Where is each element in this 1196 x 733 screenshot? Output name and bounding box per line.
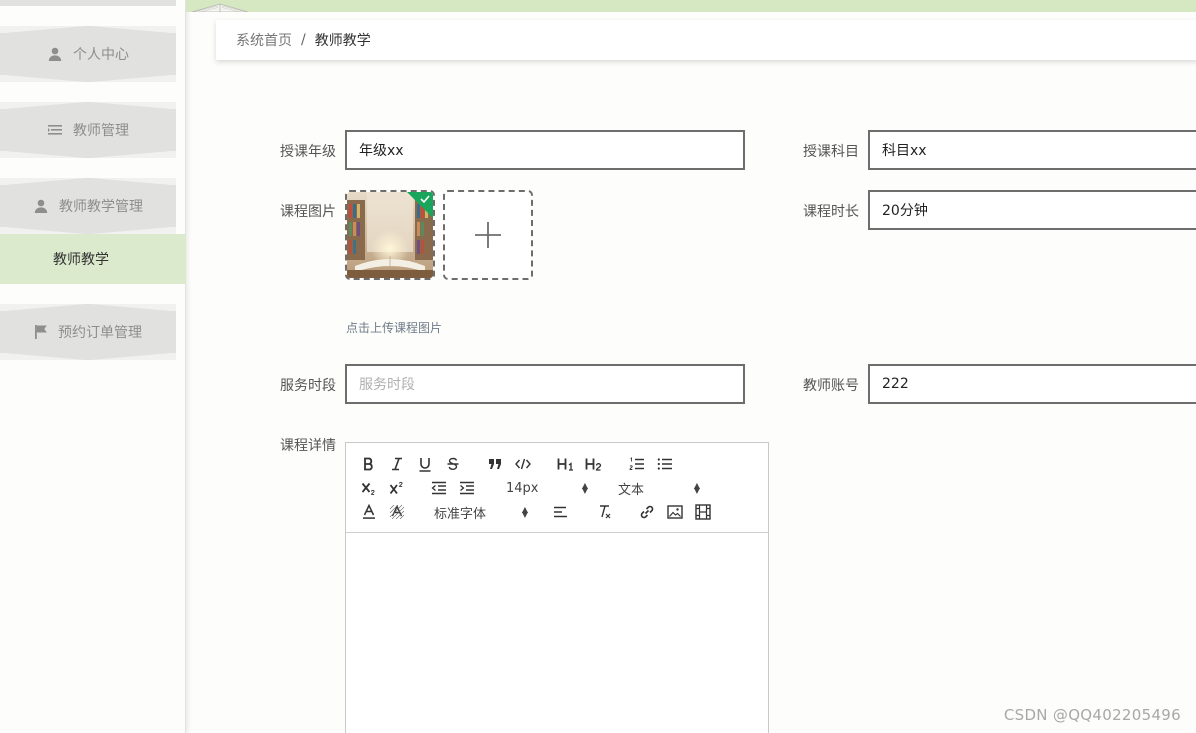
- ordered-list-icon[interactable]: [628, 454, 646, 474]
- bold-icon[interactable]: [360, 454, 378, 474]
- duration-label: 课程时长: [803, 204, 859, 220]
- font-family-select[interactable]: 标准字体 ▲ ▼: [434, 502, 528, 522]
- font-size-value: 14px: [506, 480, 539, 496]
- heading-2-icon[interactable]: [584, 454, 604, 474]
- course-detail-label: 课程详情: [280, 438, 336, 454]
- sidebar-item-label: 预约订单管理: [58, 325, 142, 341]
- upload-success-corner-icon: [407, 192, 433, 218]
- link-icon[interactable]: [638, 502, 656, 522]
- underline-icon[interactable]: [416, 454, 434, 474]
- breadcrumb: 系统首页 / 教师教学: [216, 20, 1196, 60]
- csdn-watermark: CSDN @QQ402205496: [1003, 706, 1181, 724]
- sidebar-item-teacher-management[interactable]: 教师管理: [0, 102, 176, 158]
- sidebar-item-label: 教师教学管理: [59, 199, 143, 215]
- italic-icon[interactable]: [388, 454, 406, 474]
- sidebar-item-label: 个人中心: [73, 47, 129, 63]
- background-color-icon[interactable]: [388, 502, 406, 522]
- grade-input[interactable]: 年级xx: [345, 130, 745, 170]
- sidebar: 个人中心 教师管理 教师教学管理 教师教学 预约订单管理: [0, 0, 186, 733]
- outdent-icon[interactable]: [430, 478, 448, 498]
- duration-input[interactable]: 20分钟: [868, 190, 1196, 230]
- rich-text-editor: 14px ▲ ▼ 文本 ▲ ▼ 标准字体 ▲ ▼: [345, 442, 769, 733]
- sidebar-item-personal-center[interactable]: 个人中心: [0, 26, 176, 82]
- align-left-icon[interactable]: [552, 502, 570, 522]
- user-icon: [47, 46, 63, 62]
- select-arrows-icon: ▲ ▼: [581, 481, 588, 495]
- subscript-icon[interactable]: [360, 478, 378, 498]
- sidebar-item-booking-management[interactable]: 预约订单管理: [0, 304, 176, 360]
- header-format-select[interactable]: 文本 ▲ ▼: [618, 478, 700, 498]
- editor-toolbar: 14px ▲ ▼ 文本 ▲ ▼ 标准字体 ▲ ▼: [346, 443, 768, 533]
- subject-input[interactable]: 科目xx: [868, 130, 1196, 170]
- user-icon: [33, 198, 49, 214]
- breadcrumb-current: 教师教学: [314, 33, 371, 49]
- sidebar-subitem-teaching[interactable]: 教师教学: [0, 234, 186, 284]
- code-block-icon[interactable]: [514, 454, 532, 474]
- open-book-logo: [191, 3, 249, 12]
- editor-content-area[interactable]: [346, 533, 768, 733]
- flag-icon: [34, 324, 48, 340]
- top-header-bar: [186, 0, 1196, 12]
- breadcrumb-home-link[interactable]: 系统首页: [236, 30, 292, 50]
- sidebar-item-teaching-management[interactable]: 教师教学管理: [0, 178, 176, 234]
- plus-icon: [475, 222, 501, 248]
- grade-label: 授课年级: [280, 144, 336, 160]
- select-arrows-icon: ▲ ▼: [521, 505, 528, 519]
- course-image-label: 课程图片: [280, 204, 336, 220]
- blockquote-icon[interactable]: [486, 454, 504, 474]
- strikethrough-icon[interactable]: [444, 454, 462, 474]
- font-color-icon[interactable]: [360, 502, 378, 522]
- list-icon: [47, 123, 63, 137]
- upload-tip-text: 点击上传课程图片: [346, 321, 443, 335]
- service-period-label: 服务时段: [280, 378, 336, 394]
- subject-label: 授课科目: [803, 144, 859, 160]
- teacher-account-label: 教师账号: [803, 378, 859, 394]
- image-icon[interactable]: [666, 502, 684, 522]
- clear-format-icon[interactable]: [596, 502, 614, 522]
- font-size-select[interactable]: 14px ▲ ▼: [506, 478, 588, 498]
- bullet-list-icon[interactable]: [656, 454, 674, 474]
- service-period-input[interactable]: 服务时段: [345, 364, 745, 404]
- sidebar-top-stub: [0, 0, 176, 6]
- font-family-value: 标准字体: [434, 506, 487, 522]
- superscript-icon[interactable]: [388, 478, 406, 498]
- breadcrumb-separator: /: [301, 32, 306, 48]
- indent-icon[interactable]: [458, 478, 476, 498]
- header-format-value: 文本: [618, 482, 645, 498]
- teacher-account-input[interactable]: 222: [868, 364, 1196, 404]
- sidebar-item-label: 教师管理: [73, 123, 129, 139]
- course-image-thumbnail[interactable]: [345, 190, 435, 280]
- video-icon[interactable]: [694, 502, 712, 522]
- select-arrows-icon: ▲ ▼: [693, 481, 700, 495]
- upload-image-button[interactable]: [443, 190, 533, 280]
- heading-1-icon[interactable]: [556, 454, 576, 474]
